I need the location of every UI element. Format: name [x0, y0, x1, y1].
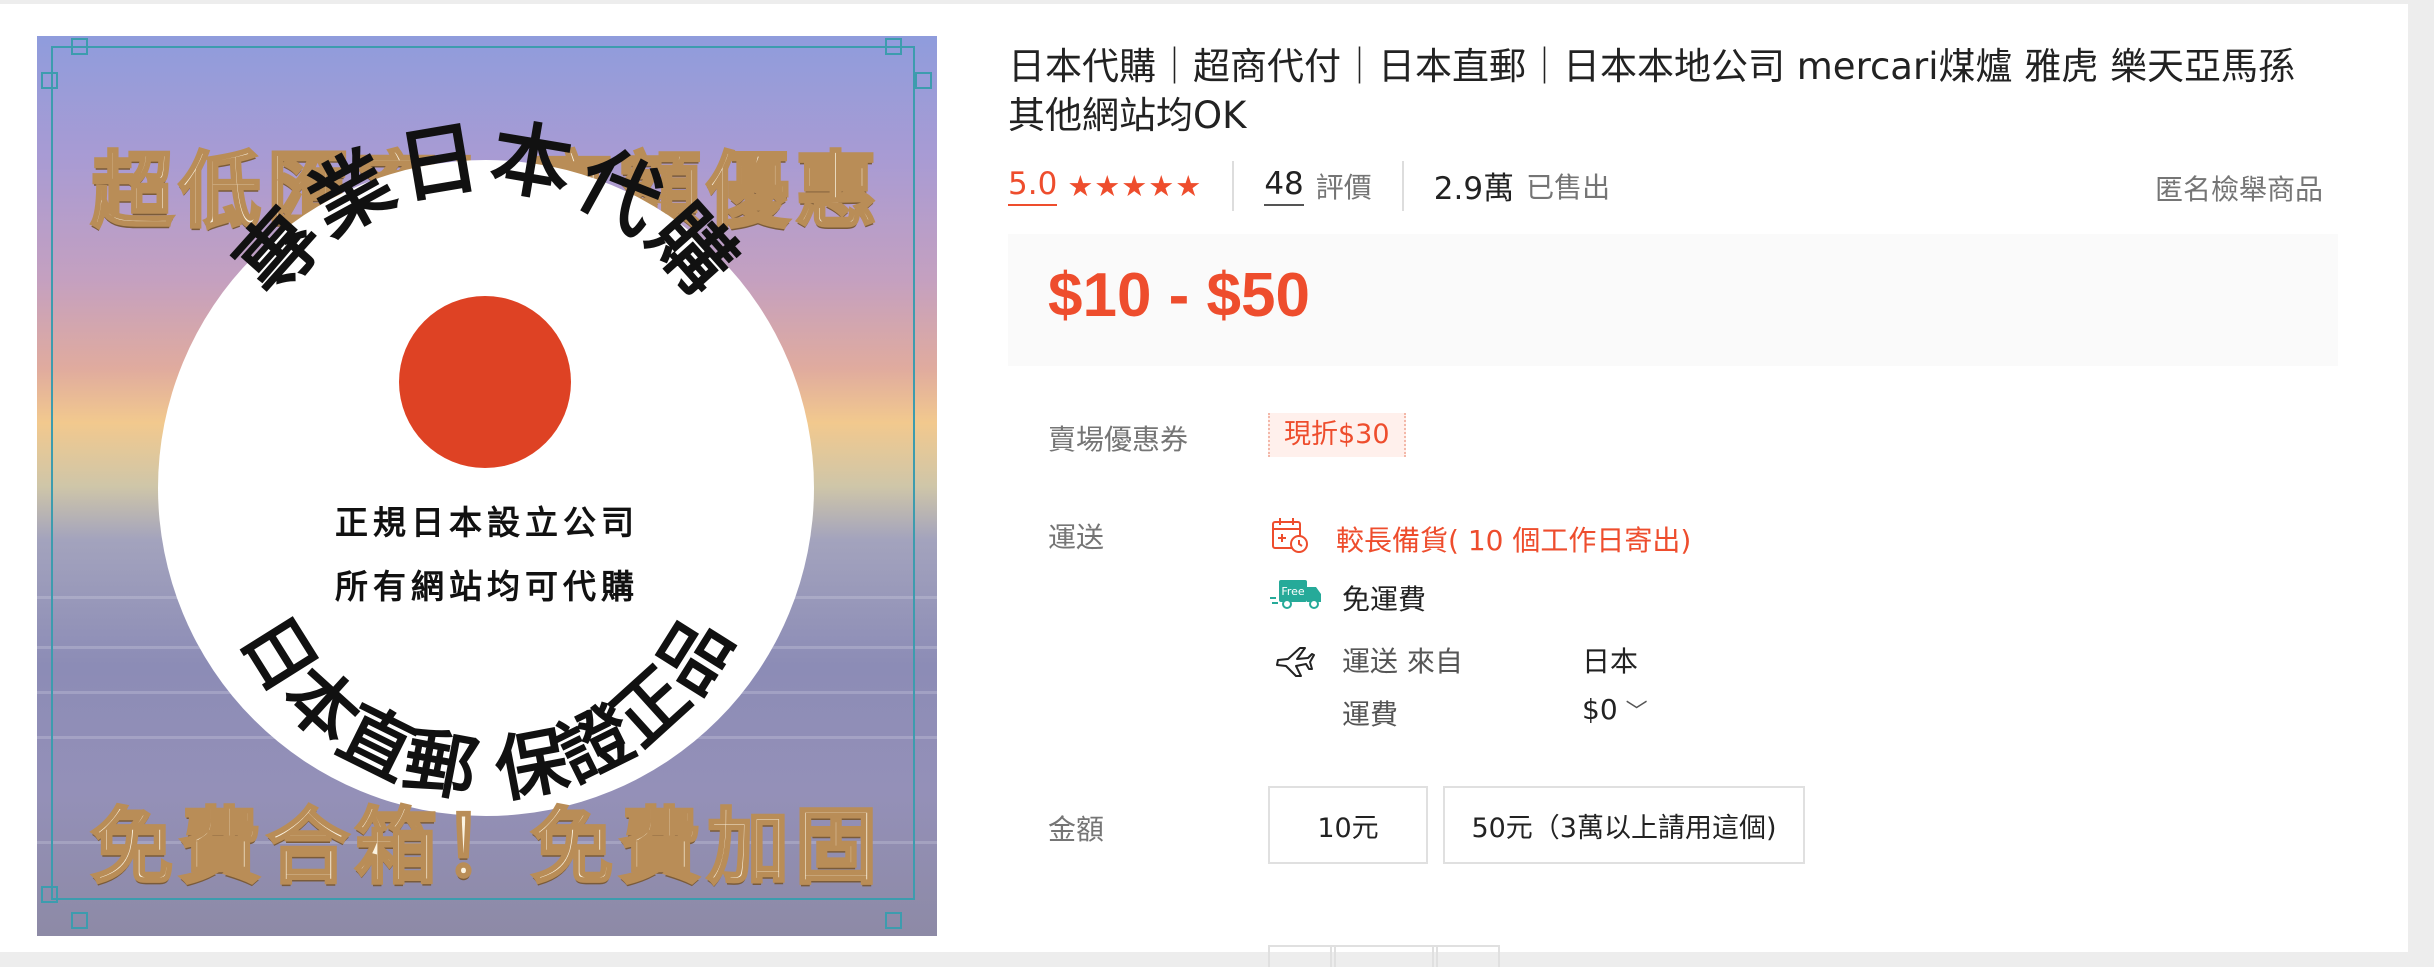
reviews-count[interactable]: 48 [1264, 166, 1304, 206]
variation-option-50[interactable]: 50元（3萬以上請用這個) [1443, 786, 1805, 864]
variation-label: 金額 [1048, 813, 1105, 846]
airplane-icon [1274, 642, 1316, 686]
divider [1232, 161, 1235, 211]
free-shipping-truck-icon: Free [1270, 576, 1324, 614]
product-image[interactable]: 超低匯率！高額優惠 專業日本代購 日本直郵 保證正品 正規日本設立公司 所有網站… [37, 36, 937, 936]
reviews-label: 評價 [1315, 171, 1372, 204]
arc-top-text: 專業日本代購 [218, 110, 753, 314]
ship-fee-dropdown[interactable]: $0 ﹀ [1582, 693, 1648, 726]
free-badge-text: Free [1281, 585, 1305, 598]
calendar-clock-icon [1270, 515, 1310, 559]
rating-score[interactable]: 5.0 [1008, 166, 1058, 206]
quantity-increase-button[interactable] [1432, 945, 1500, 967]
star-icon: ★★★★★ [1067, 169, 1203, 203]
price-section: $10 - $50 [1008, 234, 2338, 366]
long-preparation-notice: 較長備貨( 10 個工作日寄出) [1336, 524, 1692, 557]
image-banner-bottom: 免費合箱！免費加固 [89, 799, 883, 897]
ship-fee-value: $0 [1582, 693, 1618, 726]
sold-label: 已售出 [1526, 171, 1611, 204]
image-line-1: 正規日本設立公司 [335, 503, 639, 542]
report-link[interactable]: 匿名檢舉商品 [2155, 168, 2323, 208]
coupon-badge[interactable]: 現折$30 [1268, 413, 1406, 457]
variation-option-10[interactable]: 10元 [1268, 786, 1428, 864]
coupon-label: 賣場優惠券 [1048, 423, 1189, 456]
shipping-label: 運送 [1048, 521, 1105, 554]
image-line-2: 所有網站均可代購 [335, 567, 639, 606]
free-shipping-text: 免運費 [1342, 583, 1427, 616]
product-title: 日本代購｜超商代付｜日本直郵｜日本本地公司 mercari煤爐 雅虎 樂天亞馬孫… [1008, 45, 2295, 137]
sold-count: 2.9萬 [1433, 170, 1515, 207]
price-range: $10 - $50 [1048, 261, 1310, 330]
quantity-decrease-button[interactable] [1268, 945, 1336, 967]
product-stats: 5.0 ★★★★★ 48 評價 2.9萬 已售出 [1008, 160, 1610, 212]
ship-from-value: 日本 [1582, 645, 1639, 678]
ship-fee-label: 運費 [1342, 698, 1399, 731]
divider [1401, 161, 1404, 211]
chevron-down-icon: ﹀ [1625, 699, 1648, 725]
quantity-input[interactable] [1330, 945, 1438, 967]
ship-from-label: 運送 來自 [1342, 645, 1463, 678]
svg-text:專業日本代購: 專業日本代購 [218, 110, 757, 314]
